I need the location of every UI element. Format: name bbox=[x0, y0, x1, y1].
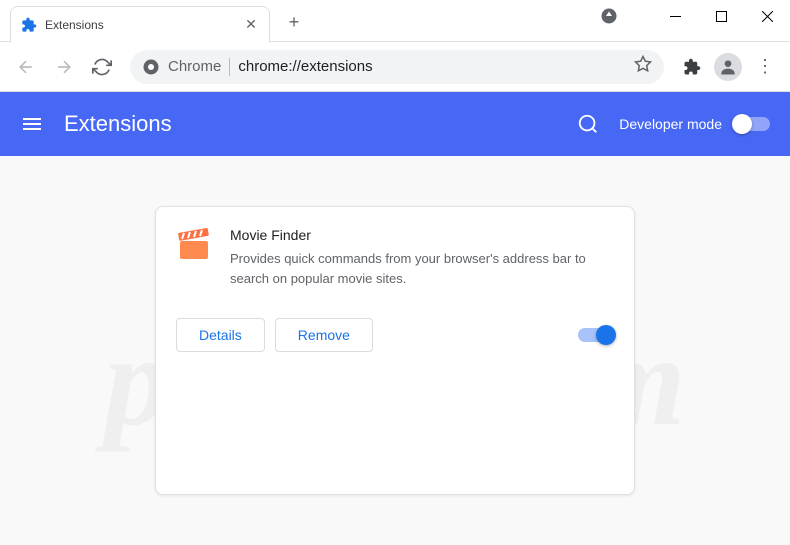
developer-mode-toggle[interactable] bbox=[734, 117, 770, 131]
forward-button[interactable] bbox=[48, 51, 80, 83]
reload-button[interactable] bbox=[86, 51, 118, 83]
extensions-header: Extensions Developer mode bbox=[0, 92, 790, 156]
details-button[interactable]: Details bbox=[176, 318, 265, 352]
close-window-button[interactable] bbox=[744, 0, 790, 32]
clapperboard-icon bbox=[176, 227, 212, 263]
address-bar[interactable]: Chrome chrome://extensions bbox=[130, 50, 664, 84]
puzzle-icon bbox=[21, 17, 37, 33]
new-tab-button[interactable]: + bbox=[280, 8, 308, 36]
tab-title: Extensions bbox=[45, 18, 235, 32]
content-area: PC pcrisk.com Movie Finder Provides quic… bbox=[0, 156, 790, 545]
url-path: chrome://extensions bbox=[238, 58, 372, 75]
hamburger-icon[interactable] bbox=[20, 112, 44, 136]
card-body: Movie Finder Provides quick commands fro… bbox=[156, 207, 634, 308]
extensions-button[interactable] bbox=[676, 51, 708, 83]
close-icon[interactable]: ✕ bbox=[243, 17, 259, 33]
extension-card: Movie Finder Provides quick commands fro… bbox=[155, 206, 635, 495]
remove-button[interactable]: Remove bbox=[275, 318, 373, 352]
card-footer: Details Remove bbox=[156, 308, 634, 368]
card-text: Movie Finder Provides quick commands fro… bbox=[230, 227, 614, 288]
extension-description: Provides quick commands from your browse… bbox=[230, 249, 614, 288]
browser-tab[interactable]: Extensions ✕ bbox=[10, 6, 270, 42]
developer-mode-label: Developer mode bbox=[619, 116, 722, 132]
window-controls bbox=[586, 0, 790, 32]
maximize-button[interactable] bbox=[698, 0, 744, 32]
back-button[interactable] bbox=[10, 51, 42, 83]
minimize-button[interactable] bbox=[652, 0, 698, 32]
url-divider bbox=[229, 58, 230, 76]
guest-icon[interactable] bbox=[586, 0, 632, 32]
search-icon[interactable] bbox=[577, 113, 599, 135]
url-text: Chrome chrome://extensions bbox=[168, 58, 626, 76]
window-titlebar: Extensions ✕ + bbox=[0, 0, 790, 42]
page-title: Extensions bbox=[64, 111, 557, 137]
bookmark-star-icon[interactable] bbox=[634, 55, 652, 78]
chrome-icon bbox=[142, 58, 160, 76]
developer-mode-section: Developer mode bbox=[619, 116, 770, 132]
extension-enable-toggle[interactable] bbox=[578, 328, 614, 342]
profile-avatar[interactable] bbox=[714, 53, 742, 81]
extension-name: Movie Finder bbox=[230, 227, 614, 243]
browser-toolbar: Chrome chrome://extensions ⋮ bbox=[0, 42, 790, 92]
menu-button[interactable]: ⋮ bbox=[748, 51, 780, 83]
url-prefix: Chrome bbox=[168, 58, 221, 75]
